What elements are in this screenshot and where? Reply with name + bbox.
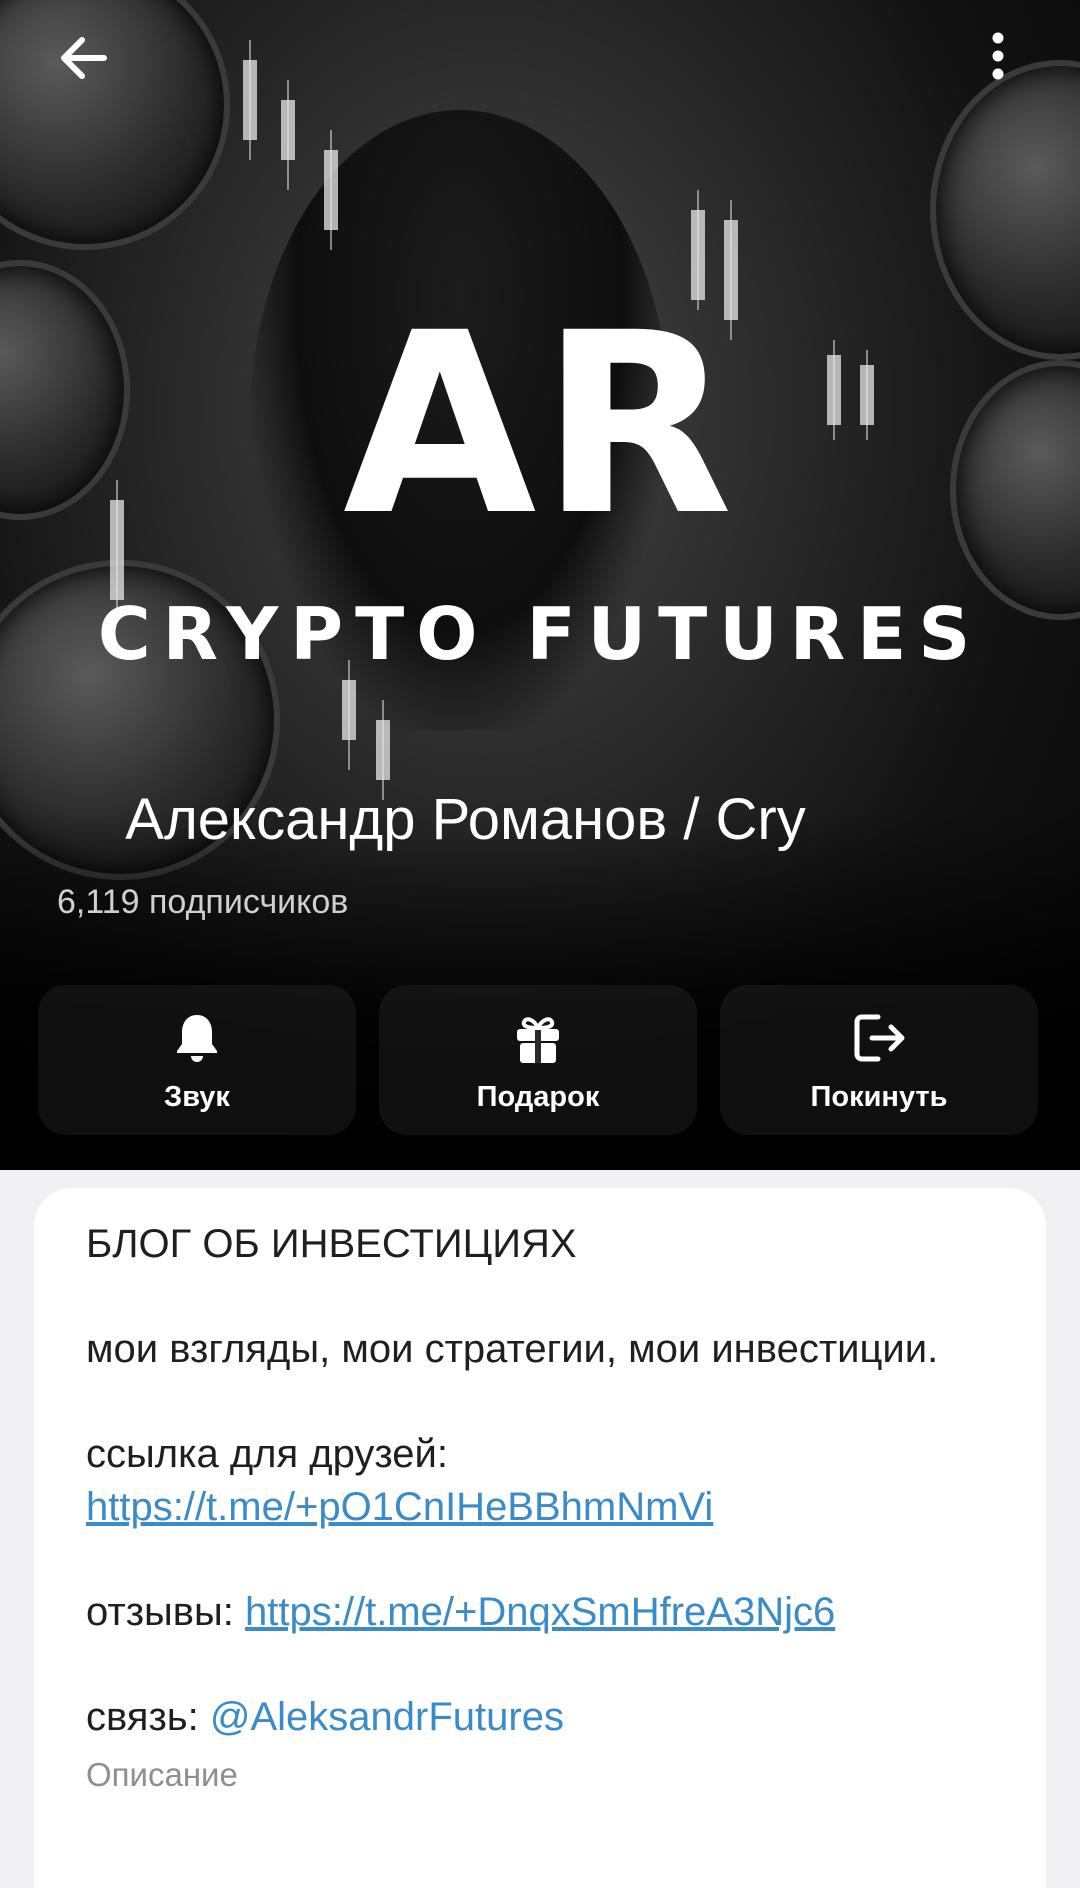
leave-button[interactable]: Покинуть	[720, 985, 1038, 1135]
channel-name: Александр Романов / Cry	[125, 787, 806, 852]
sound-button[interactable]: Звук	[38, 985, 356, 1135]
bell-icon	[177, 1014, 217, 1062]
sound-label: Звук	[164, 1080, 230, 1113]
description-heading: БЛОГ ОБ ИНВЕСТИЦИЯХ	[86, 1222, 577, 1266]
description-section-label: Описание	[86, 1756, 238, 1793]
reviews-label: отзывы:	[86, 1590, 246, 1634]
back-button[interactable]	[54, 28, 114, 88]
action-bar: Звук Подарок Покинуть	[38, 985, 1048, 1135]
leave-icon	[854, 1014, 905, 1061]
title-marquee: es Александр Романов / Cry	[54, 780, 876, 860]
logo-ar-text: AR	[343, 279, 737, 570]
arrow-left-icon	[61, 37, 107, 79]
description-line: мои взгляды, мои стратегии, мои инвестиц…	[86, 1327, 939, 1371]
channel-title: es Александр Романов / Cry	[54, 780, 1009, 860]
title-fragment: es	[54, 780, 55, 860]
candle	[281, 100, 295, 160]
more-menu-button[interactable]	[970, 28, 1020, 88]
leave-label: Покинуть	[810, 1080, 948, 1113]
logo-subtitle-text: CRYPTO FUTURES	[97, 592, 983, 676]
gift-label: Подарок	[476, 1080, 600, 1113]
subscriber-count: 6,119 подписчиков	[57, 883, 349, 921]
contact-block: связь: @AleksandrFutures	[86, 1691, 994, 1744]
contact-label: связь:	[86, 1695, 210, 1739]
coin-image	[0, 0, 230, 250]
candle	[324, 150, 338, 230]
friends-link-block: ссылка для друзей: https://t.me/+pO1CnIH…	[86, 1428, 994, 1534]
contact-mention-link[interactable]: @AleksandrFutures	[210, 1695, 564, 1739]
gift-icon	[517, 1016, 559, 1063]
friends-link[interactable]: https://t.me/+pO1CnIHeBBhmNmVi	[86, 1485, 713, 1529]
reviews-link[interactable]: https://t.me/+DnqxSmHfreA3Njc6	[245, 1590, 835, 1634]
description-text: БЛОГ ОБ ИНВЕСТИЦИЯХ мои взгляды, мои стр…	[86, 1218, 994, 1744]
gift-button[interactable]: Подарок	[379, 985, 697, 1135]
candle	[376, 720, 390, 780]
reviews-block: отзывы: https://t.me/+DnqxSmHfreA3Njc6	[86, 1586, 994, 1639]
candle	[243, 60, 257, 140]
channel-header: AR CRYPTO FUTURES es Александр Романов / …	[0, 0, 1080, 1170]
friends-label: ссылка для друзей:	[86, 1432, 449, 1476]
more-vertical-icon	[992, 32, 1004, 80]
candle	[342, 680, 356, 740]
description-card: БЛОГ ОБ ИНВЕСТИЦИЯХ мои взгляды, мои стр…	[34, 1188, 1046, 1888]
